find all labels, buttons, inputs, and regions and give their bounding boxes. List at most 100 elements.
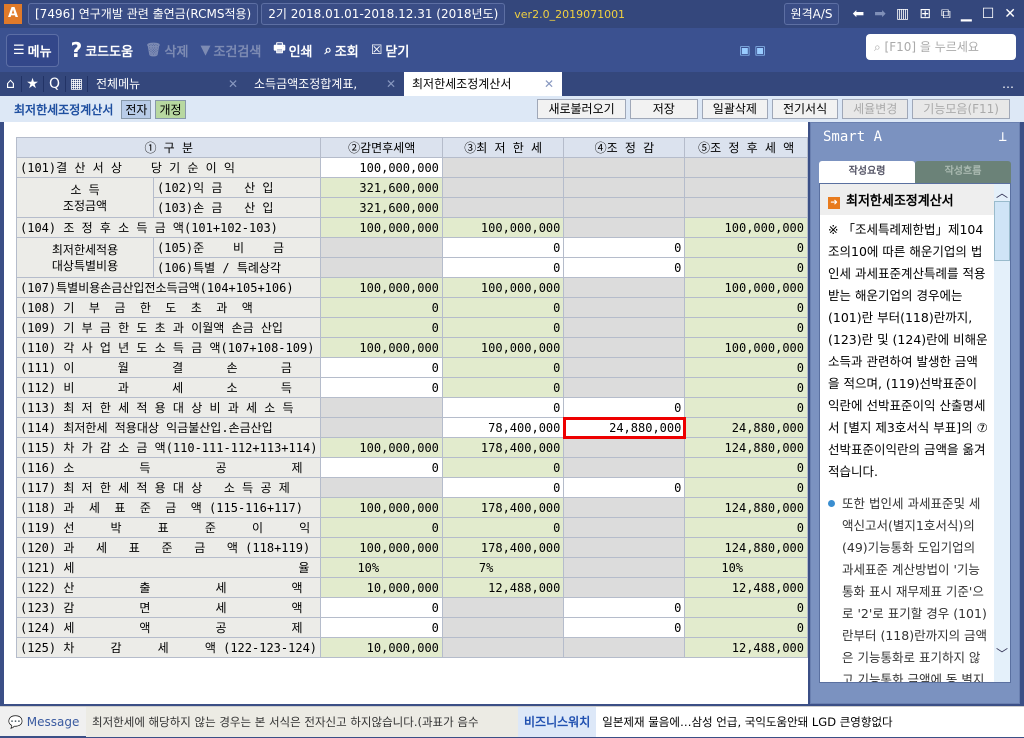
table-row: (104) 조 정 후 소 득 금 액(101+102-103) 100,000,… bbox=[15, 217, 808, 238]
close-icon[interactable]: ✕ bbox=[1004, 6, 1016, 22]
computed-cell: 124,880,000 bbox=[684, 537, 808, 558]
news-ticker[interactable]: 일본제재 물음에…삼성 언급, 국익도움안돼 LGD 큰영향없다 bbox=[596, 706, 1024, 737]
input-cell[interactable]: 100,000,000 bbox=[320, 157, 443, 178]
disabled-cell bbox=[563, 437, 686, 458]
disabled-cell bbox=[684, 197, 808, 218]
previous-form-button[interactable]: 전기서식 bbox=[771, 99, 839, 119]
input-cell[interactable]: 0 bbox=[441, 257, 565, 278]
functions-dropdown[interactable]: 기능모음(F11) bbox=[912, 99, 1010, 119]
company-selector[interactable]: [7496] 연구개발 관련 출연금(RCMS적용) bbox=[28, 3, 259, 25]
disabled-cell bbox=[563, 557, 686, 578]
disabled-cell bbox=[563, 517, 686, 538]
home-icon[interactable]: ⌂ bbox=[0, 76, 22, 92]
disabled-cell bbox=[320, 397, 443, 418]
computed-cell: 0 bbox=[684, 317, 808, 338]
save-button[interactable]: 저장 bbox=[629, 99, 698, 119]
input-cell[interactable]: 0 bbox=[320, 617, 443, 638]
disabled-cell bbox=[441, 177, 565, 198]
input-cell[interactable]: 0 bbox=[320, 457, 443, 478]
star-icon[interactable]: ★ bbox=[22, 76, 44, 92]
news-source[interactable]: 비즈니스워치 bbox=[518, 706, 597, 737]
tab-all-menu[interactable]: 전체메뉴 ✕ bbox=[88, 72, 246, 96]
row-label: (104) 조 정 후 소 득 금 액(101+102-103) bbox=[15, 217, 322, 238]
row-label: (124) 세 액 공 제 bbox=[15, 617, 322, 638]
input-cell[interactable]: 0 bbox=[563, 617, 686, 638]
period-selector[interactable]: 2기 2018.01.01-2018.12.31 (2018년도) bbox=[261, 3, 506, 25]
print-label: 인쇄 bbox=[288, 44, 313, 60]
computed-cell: 0 bbox=[684, 397, 808, 418]
page-title: 최저한세조정계산서 bbox=[14, 102, 114, 117]
input-cell[interactable]: 24,880,000 bbox=[562, 416, 686, 439]
input-cell[interactable]: 0 bbox=[441, 237, 565, 258]
window-icon[interactable]: ⧉ bbox=[941, 6, 951, 22]
input-cell[interactable]: 0 bbox=[563, 397, 686, 418]
input-cell[interactable]: 0 bbox=[441, 397, 565, 418]
pin-icon[interactable]: ⊥ bbox=[999, 129, 1007, 145]
table-row: (113) 최 저 한 세 적 용 대 상 비 과 세 소 득000 bbox=[15, 397, 808, 418]
tab-label: 소득금액조정합계표, bbox=[254, 77, 358, 91]
grid-icon[interactable]: ⊞ bbox=[919, 6, 931, 22]
input-cell[interactable]: 0 bbox=[320, 597, 443, 618]
remote-support-button[interactable]: 원격A/S bbox=[783, 3, 840, 25]
disabled-cell bbox=[441, 597, 565, 618]
row-label: (113) 최 저 한 세 적 용 대 상 비 과 세 소 득 bbox=[15, 397, 322, 418]
print-button[interactable]: 🖶 인쇄 bbox=[273, 39, 312, 61]
row-label: (110) 각 사 업 년 도 소 득 금 액(107+108-109) bbox=[15, 337, 322, 358]
delete-button[interactable]: 🗑 삭제 bbox=[145, 41, 188, 60]
inquiry-button[interactable]: ⌕ 조회 bbox=[325, 41, 359, 60]
input-cell[interactable]: 78,400,000 bbox=[441, 417, 565, 438]
input-cell[interactable]: 0 bbox=[563, 257, 686, 278]
computed-cell: 124,880,000 bbox=[684, 437, 808, 458]
close-tab-icon[interactable]: ✕ bbox=[386, 72, 396, 96]
menu-button[interactable]: ☰ 메뉴 bbox=[6, 33, 59, 67]
table-row: (118) 과 세 표 준 금 액 (115-116+117) 100,000,0… bbox=[15, 497, 808, 518]
more-icon[interactable]: … bbox=[1002, 77, 1014, 91]
close-tab-icon[interactable]: ✕ bbox=[228, 72, 238, 96]
inquiry-icon: ⌕ bbox=[324, 42, 332, 58]
computed-cell: 0 bbox=[441, 317, 565, 338]
table-row: (112) 비 과 세 소 득000 bbox=[15, 377, 808, 398]
input-cell[interactable]: 0 bbox=[441, 477, 565, 498]
close-button[interactable]: ☒ 닫기 bbox=[371, 41, 410, 60]
input-cell[interactable]: 0 bbox=[563, 597, 686, 618]
book-icon[interactable]: ▥ bbox=[896, 6, 909, 22]
search-input[interactable]: ⌕ [F10] 을 누르세요 bbox=[866, 34, 1016, 60]
scroll-up-icon[interactable]: ︿ bbox=[994, 184, 1010, 201]
input-cell[interactable]: 0 bbox=[563, 477, 686, 498]
input-cell[interactable]: 0 bbox=[563, 237, 686, 258]
message-text: 최저한세에 해당하지 않는 경우는 본 서식은 전자신고 하지않습니다.(과표가… bbox=[86, 706, 518, 737]
tab-writing-guide[interactable]: 작성요령 bbox=[819, 161, 915, 183]
version-label: ver2.0_2019071001 bbox=[514, 7, 626, 21]
maximize-icon[interactable]: ☐ bbox=[982, 6, 995, 22]
filter-button[interactable]: ▼ 조건검색 bbox=[200, 41, 261, 60]
tab-minimum-tax[interactable]: 최저한세조정계산서 ✕ bbox=[404, 72, 562, 96]
revision-badge[interactable]: 개정 bbox=[155, 99, 186, 119]
change-rate-button[interactable]: 세율변경 bbox=[842, 99, 909, 119]
input-cell[interactable]: 0 bbox=[320, 377, 443, 398]
code-help-button[interactable]: ? 코드도움 bbox=[71, 38, 133, 62]
scroll-thumb[interactable] bbox=[994, 201, 1010, 261]
message-label-text: Message bbox=[26, 714, 80, 729]
q-icon[interactable]: Q bbox=[44, 76, 66, 92]
back-arrow-icon[interactable]: ⬅ bbox=[852, 6, 864, 22]
scroll-down-icon[interactable]: ﹀ bbox=[994, 645, 1010, 662]
disabled-cell bbox=[441, 197, 565, 218]
electronic-badge[interactable]: 전자 bbox=[121, 99, 152, 119]
input-cell[interactable]: 0 bbox=[320, 357, 443, 378]
row-label: (120) 과 세 표 준 금 액 (118+119) bbox=[15, 537, 322, 558]
printer-icon: 🖶 bbox=[273, 41, 286, 56]
scrollbar[interactable]: ︿ ﹀ bbox=[994, 184, 1010, 682]
reload-button[interactable]: 새로불러오기 bbox=[537, 99, 626, 119]
tab-income-adjustment[interactable]: 소득금액조정합계표, ✕ bbox=[246, 72, 404, 96]
computed-cell: 100,000,000 bbox=[320, 337, 443, 358]
forward-arrow-icon[interactable]: ➡ bbox=[874, 6, 886, 22]
computed-cell: 321,600,000 bbox=[320, 197, 443, 218]
row-label: (112) 비 과 세 소 득 bbox=[15, 377, 322, 398]
minimize-icon[interactable]: ▁ bbox=[961, 6, 972, 22]
tab-writing-flow[interactable]: 작성흐름 bbox=[915, 161, 1011, 183]
calendar-icon[interactable]: ▦ bbox=[66, 76, 88, 92]
panel-icon[interactable]: ▣ ▣ bbox=[739, 43, 766, 57]
close-tab-icon[interactable]: ✕ bbox=[544, 72, 554, 96]
delete-all-button[interactable]: 일괄삭제 bbox=[701, 99, 768, 119]
computed-cell: 100,000,000 bbox=[684, 217, 808, 238]
